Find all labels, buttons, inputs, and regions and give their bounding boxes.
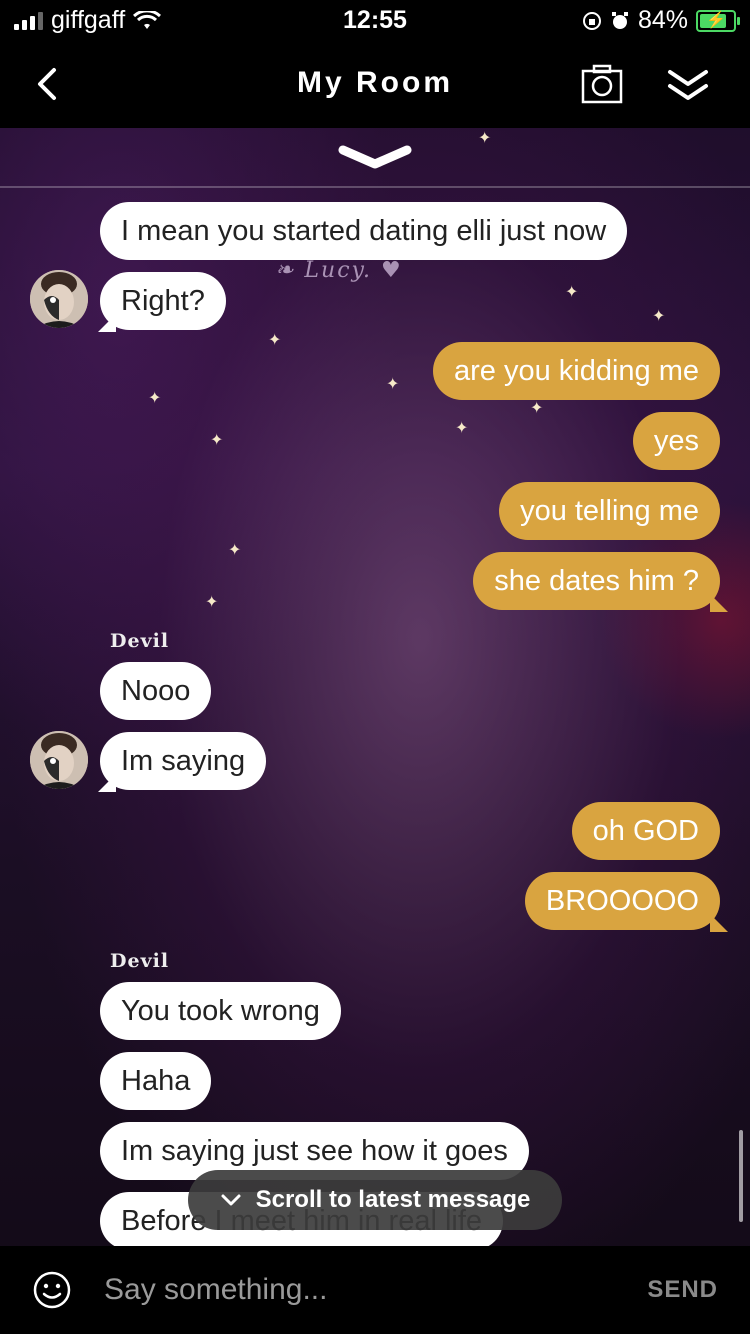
message-bubble[interactable]: are you kidding me [432,342,720,400]
sparkle-icon: ✦ [228,542,242,559]
sparkle-icon: ✦ [565,284,579,301]
room-title: My Room [297,66,453,99]
sparkle-icon: ✦ [386,376,400,393]
status-right: 84% ⚡ [582,6,740,35]
sparkle-icon: ✦ [530,400,544,417]
avatar[interactable] [30,270,88,328]
message-input[interactable] [104,1268,624,1312]
message-bubble[interactable]: BROOOOO [524,872,720,930]
header-divider [0,186,750,188]
sender-name: Devil [110,630,170,652]
message-input-bar: SEND [0,1246,750,1334]
message-bubble[interactable]: she dates him ? [473,552,720,610]
sparkle-icon: ✦ [455,420,469,437]
battery-icon: ⚡ [696,9,740,32]
sender-name: Devil [110,950,170,972]
message-bubble[interactable]: You took wrong [100,982,341,1040]
status-bar: giffgaff 12:55 84% ⚡ [0,0,750,40]
scrollbar[interactable] [739,1130,743,1222]
message-bubble[interactable]: I mean you started dating elli just now [100,202,628,260]
scroll-to-latest-button[interactable]: Scroll to latest message [188,1170,562,1230]
chevron-down-icon [221,1194,241,1206]
watermark-text: ❧ Lucy. ♥ [275,258,403,283]
message-bubble[interactable]: Im saying [100,732,267,790]
alarm-icon [611,11,628,29]
scroll-to-latest-label: Scroll to latest message [255,1186,531,1213]
chat-header: My Room [0,40,750,128]
sparkle-icon: ✦ [478,130,492,147]
battery-percent: 84% [637,6,688,34]
avatar[interactable] [30,731,88,789]
pull-down-chevron-icon[interactable] [335,140,415,176]
camera-icon[interactable] [580,62,624,106]
message-bubble[interactable]: Haha [100,1052,212,1110]
orientation-lock-icon [582,11,601,30]
message-bubble[interactable]: yes [632,412,720,470]
message-bubble[interactable]: you telling me [499,482,720,540]
message-bubble[interactable]: oh GOD [571,802,720,860]
message-bubble[interactable]: Right? [100,272,226,330]
sparkle-icon: ✦ [205,594,219,611]
sparkle-icon: ✦ [268,332,282,349]
emoji-icon[interactable] [32,1270,72,1310]
collapse-chevron-icon[interactable] [664,62,712,106]
send-button[interactable]: SEND [647,1276,718,1304]
chat-screen: giffgaff 12:55 84% ⚡ My Room ✦ ✦ ✦ ✦ ✦ ✦… [0,0,750,1334]
sparkle-icon: ✦ [652,308,666,325]
sparkle-icon: ✦ [148,390,162,407]
message-bubble[interactable]: Nooo [100,662,212,720]
sparkle-icon: ✦ [210,432,224,449]
